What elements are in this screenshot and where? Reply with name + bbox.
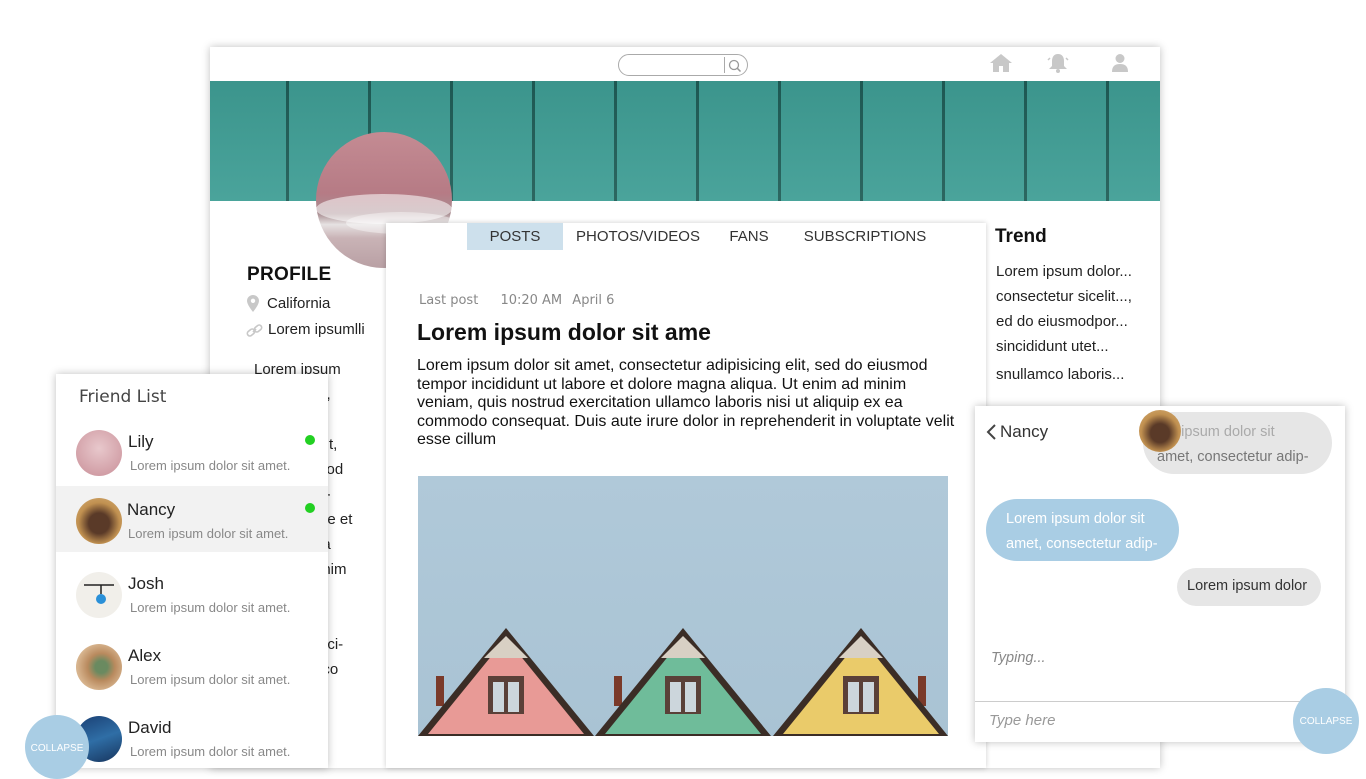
search-divider bbox=[724, 57, 725, 73]
friend-name: David bbox=[128, 718, 172, 737]
posts-panel: POSTS PHOTOS/VIDEOS FANS SUBSCRIPTIONS L… bbox=[386, 223, 986, 768]
profile-heading: PROFILE bbox=[247, 264, 332, 285]
back-chevron-icon[interactable] bbox=[985, 423, 997, 441]
avatar bbox=[76, 498, 122, 544]
friend-message: Lorem ipsum dolor sit amet. bbox=[130, 600, 291, 615]
tab-photos-videos[interactable]: PHOTOS/VIDEOS bbox=[568, 223, 708, 250]
chat-window: Nancy em ipsum dolor sit amet, consectet… bbox=[975, 406, 1345, 742]
chat-bubble-line: em ipsum dolor sit bbox=[1157, 424, 1275, 440]
lightbulb-icon bbox=[84, 584, 114, 604]
link-icon bbox=[246, 324, 263, 337]
friend-name: Nancy bbox=[127, 500, 176, 519]
search-box[interactable] bbox=[618, 54, 748, 76]
friend-item-alex[interactable]: Alex Lorem ipsum dolor sit amet. bbox=[56, 632, 328, 698]
user-icon[interactable] bbox=[1111, 53, 1129, 73]
avatar bbox=[76, 644, 122, 690]
trend-item[interactable]: snullamco laboris... bbox=[996, 362, 1156, 387]
trend-item[interactable]: ed do eiusmodpor... bbox=[996, 309, 1156, 334]
friend-item-josh[interactable]: Josh Lorem ipsum dolor sit amet. bbox=[56, 560, 328, 626]
friend-message: Lorem ipsum dolor sit amet. bbox=[128, 526, 289, 541]
post-image[interactable] bbox=[418, 476, 948, 736]
post-time: 10:20 AM bbox=[500, 293, 563, 308]
tab-fans[interactable]: FANS bbox=[722, 223, 776, 250]
friend-item-nancy[interactable]: Nancy Lorem ipsum dolor sit amet. bbox=[56, 486, 328, 552]
friend-name: Lily bbox=[128, 432, 154, 451]
post-body: Lorem ipsum dolor sit amet, consectetur … bbox=[417, 357, 955, 448]
collapse-friend-list-button[interactable]: COLLAPSE bbox=[25, 715, 89, 779]
top-bar bbox=[210, 47, 1160, 81]
typing-indicator: Typing... bbox=[991, 650, 1046, 666]
friend-name: Josh bbox=[128, 574, 164, 593]
profile-link[interactable]: Lorem ipsumlli bbox=[268, 321, 365, 338]
tab-posts[interactable]: POSTS bbox=[467, 223, 563, 250]
profile-location: California bbox=[267, 295, 331, 312]
tab-subscriptions[interactable]: SUBSCRIPTIONS bbox=[796, 223, 934, 250]
home-icon[interactable] bbox=[989, 53, 1013, 73]
location-pin-icon bbox=[247, 295, 259, 312]
trend-heading: Trend bbox=[995, 226, 1047, 247]
friend-message: Lorem ipsum dolor sit amet. bbox=[130, 672, 291, 687]
chat-bubble-line: amet, consectetur adip- bbox=[1157, 449, 1309, 465]
friend-item-lily[interactable]: Lily Lorem ipsum dolor sit amet. bbox=[56, 418, 328, 484]
avatar bbox=[76, 430, 122, 476]
trend-list: Lorem ipsum dolor... consectetur sicelit.… bbox=[996, 259, 1156, 387]
trend-item[interactable]: sincididunt utet... bbox=[996, 334, 1156, 359]
avatar bbox=[76, 572, 122, 618]
houses-illustration bbox=[418, 628, 948, 736]
post-title: Lorem ipsum dolor sit ame bbox=[417, 319, 711, 345]
search-icon[interactable] bbox=[727, 58, 743, 74]
bell-icon[interactable] bbox=[1047, 52, 1069, 74]
chat-avatar bbox=[1139, 410, 1181, 452]
chat-bubble-incoming: Lorem ipsum dolor bbox=[1177, 568, 1321, 606]
trend-item[interactable]: consectetur sicelit..., bbox=[996, 284, 1156, 309]
chat-bubble-line: Lorem ipsum dolor sit bbox=[1006, 511, 1145, 527]
online-indicator bbox=[305, 503, 315, 513]
chat-message-input[interactable]: Type here bbox=[975, 701, 1345, 741]
chat-bubble-outgoing: Lorem ipsum dolor sit amet, consectetur … bbox=[986, 499, 1179, 561]
online-indicator bbox=[305, 435, 315, 445]
post-meta: Last post 10:20 AM April 6 bbox=[419, 293, 614, 308]
chat-bubble-line: Lorem ipsum dolor bbox=[1187, 578, 1308, 594]
search-input[interactable] bbox=[629, 57, 721, 73]
friend-message: Lorem ipsum dolor sit amet. bbox=[130, 744, 291, 759]
post-meta-label: Last post bbox=[419, 293, 479, 308]
friend-name: Alex bbox=[128, 646, 162, 665]
friend-list-panel: Friend List Lily Lorem ipsum dolor sit a… bbox=[56, 374, 328, 768]
friend-item-david[interactable]: David Lorem ipsum dolor sit amet. bbox=[56, 704, 328, 768]
post-date: April 6 bbox=[572, 293, 615, 308]
chat-bubble-line: amet, consectetur adip- bbox=[1006, 536, 1158, 552]
friend-list-title: Friend List bbox=[79, 387, 167, 407]
chat-contact-name: Nancy bbox=[1000, 422, 1049, 441]
collapse-chat-button[interactable]: COLLAPSE bbox=[1293, 688, 1359, 754]
trend-item[interactable]: Lorem ipsum dolor... bbox=[996, 259, 1156, 284]
friend-message: Lorem ipsum dolor sit amet. bbox=[130, 458, 291, 473]
